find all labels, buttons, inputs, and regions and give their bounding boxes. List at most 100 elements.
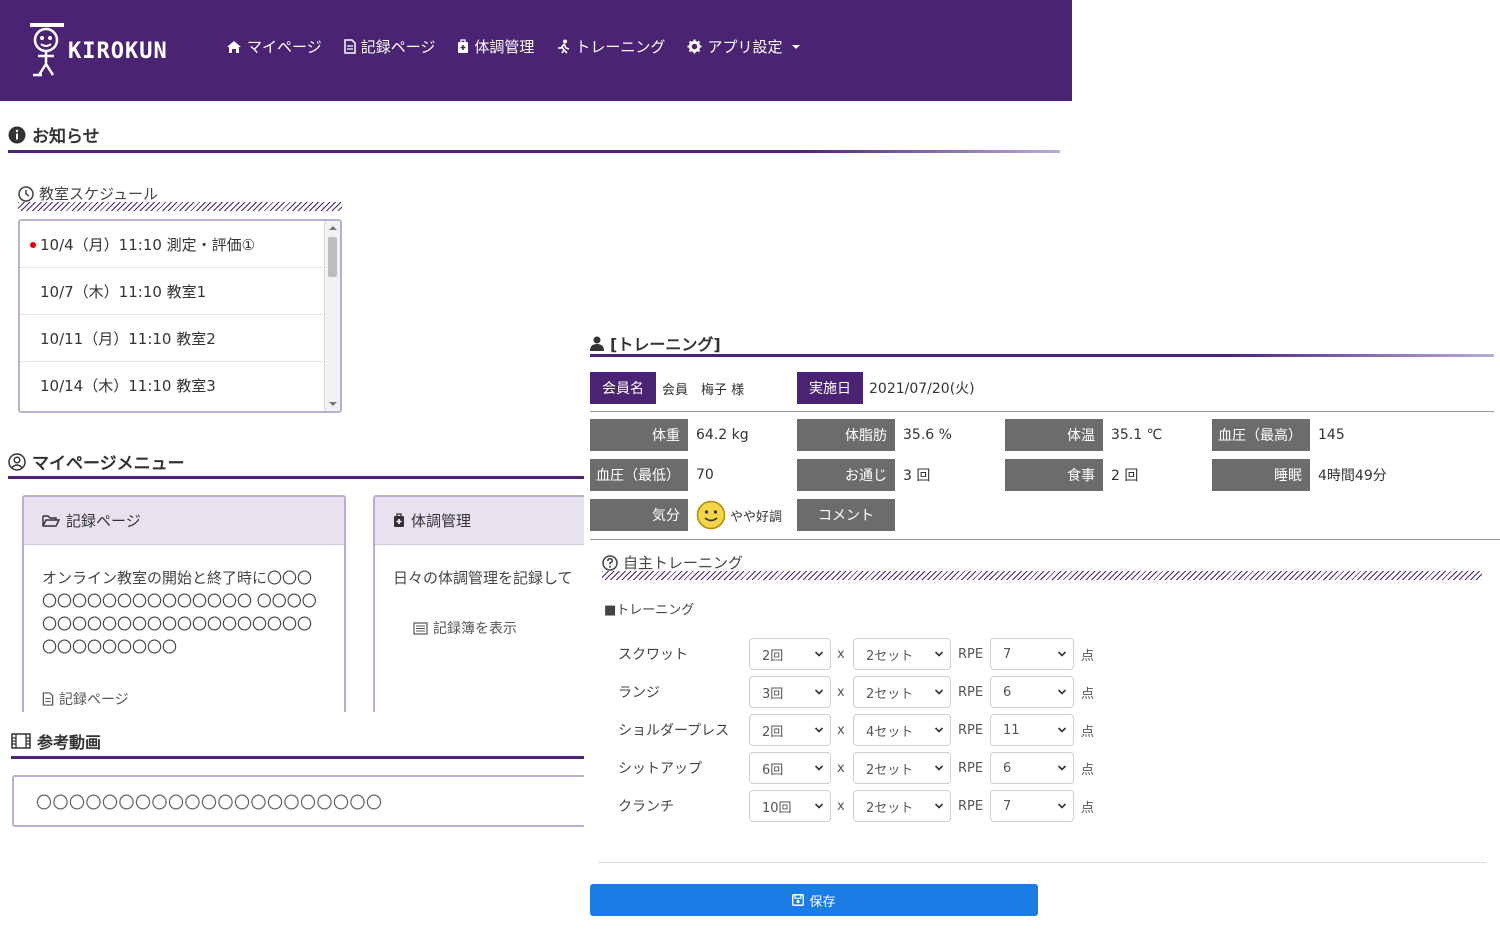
video-underline xyxy=(11,756,591,759)
chevron-down-icon xyxy=(814,651,824,657)
body-fat-label: 体脂肪 xyxy=(797,419,895,451)
save-button[interactable]: 保存 xyxy=(590,884,1038,916)
schedule-list[interactable]: 10/4（月）11:10 測定・評価① 10/7（木）11:10 教室1 10/… xyxy=(18,219,342,413)
rpe-select[interactable]: 7 xyxy=(990,638,1074,670)
new-indicator-dot xyxy=(30,242,36,248)
body-temp-value: 35.1 ℃ xyxy=(1111,427,1163,443)
member-name-label: 会員名 xyxy=(590,372,656,404)
app-logo[interactable]: KIROKUN xyxy=(28,22,188,80)
mypage-menu-underline xyxy=(8,476,588,479)
reps-select-value: 3回 xyxy=(762,686,784,702)
bp-high-value: 145 xyxy=(1318,427,1345,443)
mood-value: やや好調 xyxy=(696,499,782,531)
rpe-select-value: 7 xyxy=(1003,646,1012,662)
rpe-label: RPE xyxy=(958,798,984,814)
sets-select[interactable]: 2セット xyxy=(853,752,951,784)
chevron-down-icon xyxy=(934,765,944,771)
nav-health[interactable]: 体調管理 xyxy=(457,36,534,57)
schedule-item[interactable]: 10/11（月）11:10 教室2 xyxy=(20,315,325,362)
rpe-select[interactable]: 6 xyxy=(990,676,1074,708)
document-icon xyxy=(343,39,356,54)
sets-select-value: 2セット xyxy=(866,762,914,778)
rpe-select-value: 7 xyxy=(1003,798,1012,814)
reps-select[interactable]: 2回 xyxy=(749,638,831,670)
exercise-name: ランジ xyxy=(618,685,660,701)
health-card-title: 体調管理 xyxy=(411,512,472,530)
schedule-scrollbar[interactable] xyxy=(324,221,340,411)
scroll-down-arrow-icon[interactable] xyxy=(329,402,337,406)
schedule-item[interactable]: 10/4（月）11:10 測定・評価① xyxy=(20,221,325,268)
divider-top xyxy=(590,411,1494,412)
reps-select[interactable]: 10回 xyxy=(749,790,831,822)
reps-select[interactable]: 6回 xyxy=(749,752,831,784)
reps-select-value: 2回 xyxy=(762,724,784,740)
gear-icon xyxy=(687,39,702,54)
caret-down-icon xyxy=(792,44,801,49)
scroll-thumb[interactable] xyxy=(328,237,337,277)
rpe-select-value: 6 xyxy=(1003,760,1012,776)
record-page-link[interactable]: 記録ページ xyxy=(42,689,344,709)
chevron-down-icon xyxy=(934,651,944,657)
record-card-title: 記録ページ xyxy=(66,512,141,530)
schedule-underline xyxy=(18,202,342,211)
schedule-item-text: 10/7（木）11:10 教室1 xyxy=(40,282,207,301)
mascot-icon xyxy=(30,23,64,77)
chevron-down-icon xyxy=(814,765,824,771)
points-unit: 点 xyxy=(1081,686,1095,702)
schedule-item-text: 10/11（月）11:10 教室2 xyxy=(40,329,216,348)
nav-record[interactable]: 記録ページ xyxy=(343,36,436,57)
rpe-select[interactable]: 6 xyxy=(990,752,1074,784)
exercise-name: ショルダープレス xyxy=(618,723,730,739)
chevron-down-icon xyxy=(934,689,944,695)
sets-select[interactable]: 2セット xyxy=(853,676,951,708)
schedule-item-text: 10/14（木）11:10 教室3 xyxy=(40,377,216,395)
meal-value: 2 回 xyxy=(1111,468,1139,484)
nav-training-label: トレーニング xyxy=(575,38,666,56)
notice-heading: お知らせ xyxy=(8,122,100,147)
floppy-disk-icon xyxy=(792,894,805,906)
chevron-down-icon xyxy=(1057,689,1067,695)
record-card-body: オンライン教室の開始と終了時に〇〇〇〇〇〇〇〇〇〇〇〇〇〇〇〇〇 〇〇〇〇〇〇〇… xyxy=(42,569,317,656)
nav-mypage[interactable]: マイページ xyxy=(226,36,322,57)
nav-record-label: 記録ページ xyxy=(360,38,436,56)
reps-select[interactable]: 2回 xyxy=(749,714,831,746)
video-item[interactable]: 〇〇〇〇〇〇〇〇〇〇〇〇〇〇〇〇〇〇〇〇〇 xyxy=(12,775,612,827)
rpe-select[interactable]: 7 xyxy=(990,790,1074,822)
rpe-select[interactable]: 11 xyxy=(990,714,1074,746)
chevron-down-icon xyxy=(1057,727,1067,733)
sets-select[interactable]: 2セット xyxy=(853,638,951,670)
view-log-link[interactable]: 記録簿を表示 xyxy=(413,618,611,638)
video-item-text: 〇〇〇〇〇〇〇〇〇〇〇〇〇〇〇〇〇〇〇〇〇 xyxy=(36,793,383,812)
training-heading: [トレーニング] xyxy=(590,331,721,355)
exercise-name: クランチ xyxy=(618,799,674,815)
bowel-value: 3 回 xyxy=(903,468,931,484)
top-navbar: KIROKUN マイページ 記録ページ 体調管理 トレーニング アプリ設定 xyxy=(0,0,1072,101)
bp-high-label: 血圧（最高） xyxy=(1212,419,1310,451)
sets-select[interactable]: 2セット xyxy=(853,790,951,822)
schedule-title: 教室スケジュール xyxy=(39,185,158,203)
chevron-down-icon xyxy=(934,803,944,809)
nav-training[interactable]: トレーニング xyxy=(556,36,665,57)
nav-settings[interactable]: アプリ設定 xyxy=(687,36,801,57)
training-underline xyxy=(590,354,1494,357)
mood-label: 気分 xyxy=(590,499,688,531)
training-window: [トレーニング] 会員名 会員 梅子 様 実施日 2021/07/20(火) 体… xyxy=(584,326,1500,930)
date-label: 実施日 xyxy=(797,372,863,404)
weight-label: 体重 xyxy=(590,419,688,451)
exercise-name: スクワット xyxy=(618,647,688,663)
comment-button[interactable]: コメント xyxy=(797,499,895,531)
reps-select[interactable]: 3回 xyxy=(749,676,831,708)
reps-select-value: 10回 xyxy=(762,800,792,816)
chevron-down-icon xyxy=(934,727,944,733)
date-value: 2021/07/20(火) xyxy=(869,381,975,397)
notice-underline xyxy=(8,150,1060,153)
sets-select[interactable]: 4セット xyxy=(853,714,951,746)
schedule-item[interactable]: 10/14（木）11:10 教室3 xyxy=(20,362,325,409)
multiply-sign: x xyxy=(837,798,845,814)
multiply-sign: x xyxy=(837,646,845,662)
chevron-down-icon xyxy=(1057,803,1067,809)
schedule-item[interactable]: 10/7（木）11:10 教室1 xyxy=(20,268,325,315)
chevron-down-icon xyxy=(814,803,824,809)
scroll-up-arrow-icon[interactable] xyxy=(329,226,337,230)
view-log-link-label: 記録簿を表示 xyxy=(433,621,517,637)
